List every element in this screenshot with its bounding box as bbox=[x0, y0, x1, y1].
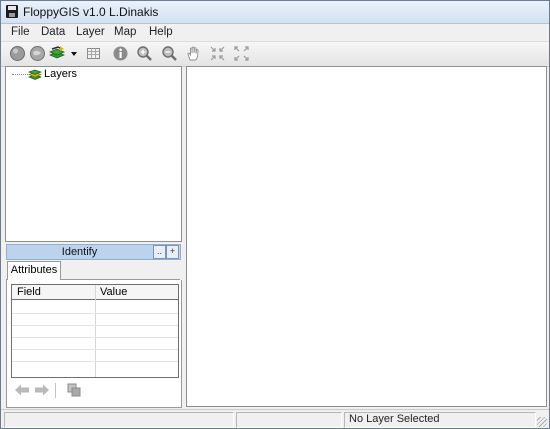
copy-feature-icon[interactable] bbox=[66, 382, 82, 398]
table-row bbox=[12, 313, 178, 314]
status-cell-left bbox=[4, 412, 234, 428]
left-panel: Layers Identify .. + Attributes Field Va… bbox=[5, 66, 182, 408]
dropdown-arrow-icon[interactable] bbox=[69, 45, 79, 62]
menu-help[interactable]: Help bbox=[149, 26, 173, 38]
floppy-disk-icon bbox=[6, 5, 18, 18]
identify-title: Identify bbox=[61, 246, 98, 258]
previous-arrow-icon[interactable] bbox=[14, 382, 30, 398]
zoom-extent-in-icon[interactable] bbox=[209, 45, 226, 62]
menu-bar: File Data Layer Map Help bbox=[1, 24, 549, 41]
app-window: FloppyGIS v1.0 L.Dinakis File Data Layer… bbox=[0, 0, 550, 429]
status-bar: No Layer Selected bbox=[1, 409, 549, 428]
table-icon[interactable] bbox=[85, 45, 102, 62]
menu-layer[interactable]: Layer bbox=[76, 26, 105, 38]
zoom-extent-out-icon[interactable] bbox=[233, 45, 250, 62]
column-separator bbox=[95, 285, 96, 377]
layers-icon bbox=[28, 69, 42, 81]
title-bar[interactable]: FloppyGIS v1.0 L.Dinakis bbox=[1, 1, 549, 24]
table-row bbox=[12, 325, 178, 326]
pan-hand-icon[interactable] bbox=[185, 45, 202, 62]
identify-more-button[interactable]: .. bbox=[153, 245, 166, 259]
status-cell-right: No Layer Selected bbox=[344, 412, 536, 428]
table-row bbox=[12, 349, 178, 350]
next-arrow-icon[interactable] bbox=[34, 382, 50, 398]
add-layer-icon[interactable] bbox=[49, 45, 66, 62]
tree-connector bbox=[12, 74, 28, 75]
menu-map[interactable]: Map bbox=[114, 26, 136, 38]
tab-attributes[interactable]: Attributes bbox=[7, 261, 61, 280]
table-row bbox=[12, 337, 178, 338]
column-value[interactable]: Value bbox=[100, 286, 127, 298]
table-row bbox=[12, 361, 178, 362]
zoom-in-icon[interactable] bbox=[136, 45, 153, 62]
tab-strip: Attributes bbox=[6, 261, 180, 280]
column-field[interactable]: Field bbox=[17, 286, 41, 298]
gray-circle-icon[interactable] bbox=[9, 45, 26, 62]
feature-navigation bbox=[11, 382, 91, 400]
toolbar-divider bbox=[55, 383, 56, 398]
layers-tree[interactable]: Layers bbox=[5, 66, 182, 242]
menu-file[interactable]: File bbox=[11, 26, 30, 38]
status-cell-middle bbox=[236, 412, 342, 428]
identify-header: Identify .. + bbox=[6, 244, 181, 260]
tree-root-label[interactable]: Layers bbox=[44, 68, 77, 80]
layer-status-text: No Layer Selected bbox=[349, 413, 440, 425]
map-canvas[interactable] bbox=[186, 66, 547, 407]
attributes-grid[interactable]: Field Value bbox=[11, 284, 179, 378]
window-title: FloppyGIS v1.0 L.Dinakis bbox=[23, 5, 159, 19]
info-icon[interactable] bbox=[112, 45, 129, 62]
globe-icon[interactable] bbox=[29, 45, 46, 62]
zoom-out-icon[interactable] bbox=[161, 45, 178, 62]
menu-data[interactable]: Data bbox=[41, 26, 65, 38]
attributes-panel: Field Value bbox=[6, 280, 182, 408]
resize-grip[interactable] bbox=[537, 417, 547, 427]
identify-add-button[interactable]: + bbox=[166, 245, 179, 259]
toolbar bbox=[1, 41, 549, 67]
